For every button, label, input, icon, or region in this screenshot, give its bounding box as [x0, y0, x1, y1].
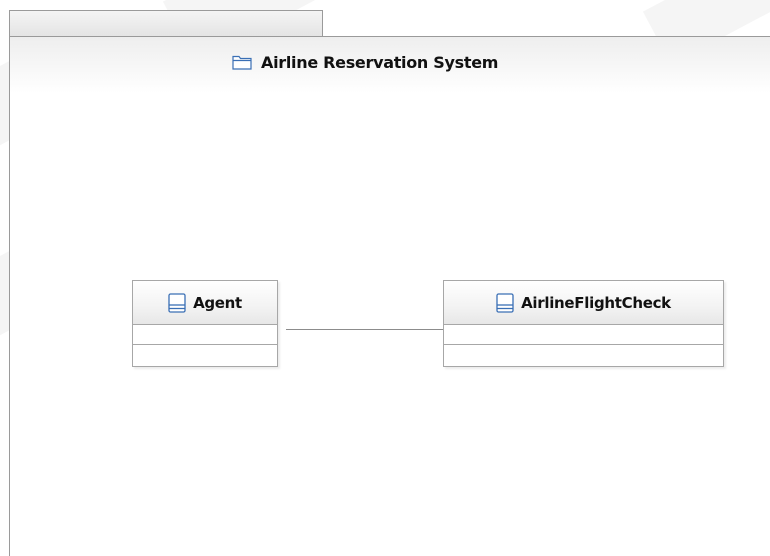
class-header: Agent — [133, 281, 277, 325]
package-title[interactable]: Airline Reservation System — [232, 50, 498, 74]
class-icon — [168, 292, 186, 313]
association-line[interactable] — [286, 329, 443, 330]
class-name: Agent — [193, 293, 242, 312]
class-name: AirlineFlightCheck — [521, 293, 671, 312]
folder-icon — [232, 54, 252, 70]
package-tab[interactable] — [9, 10, 323, 37]
class-airline-flight-check[interactable]: AirlineFlightCheck — [443, 280, 724, 367]
attributes-compartment[interactable] — [133, 325, 277, 345]
class-icon — [496, 292, 514, 313]
operations-compartment[interactable] — [444, 345, 723, 364]
operations-compartment[interactable] — [133, 345, 277, 364]
package-title-label: Airline Reservation System — [261, 52, 499, 72]
class-header: AirlineFlightCheck — [444, 281, 723, 325]
class-agent[interactable]: Agent — [132, 280, 278, 367]
attributes-compartment[interactable] — [444, 325, 723, 345]
